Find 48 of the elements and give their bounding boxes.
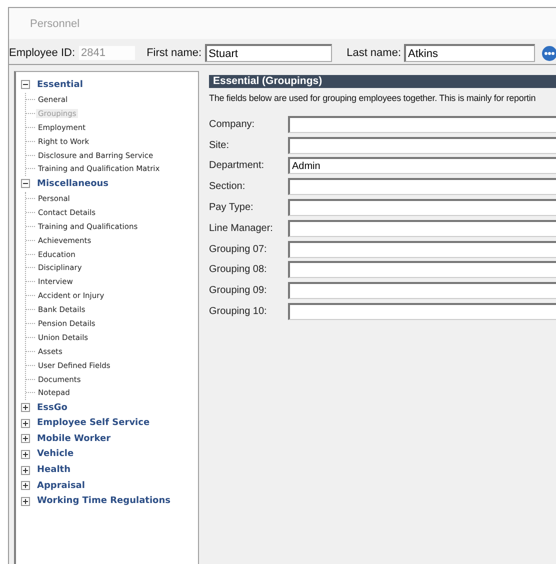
expand-icon[interactable]: [21, 450, 30, 459]
field-label: Grouping 09:: [209, 285, 268, 296]
tree-group[interactable]: Essential: [37, 80, 83, 90]
input-field[interactable]: [288, 282, 556, 300]
field-label: Pay Type:: [209, 202, 254, 214]
input-field[interactable]: [288, 199, 556, 216]
expand-icon[interactable]: [21, 496, 30, 506]
tree-group[interactable]: Working Time Regulations: [37, 496, 170, 506]
field-label: Company:: [209, 118, 256, 130]
field-label: Grouping 08:: [209, 264, 268, 276]
tree-group[interactable]: Vehicle: [37, 449, 74, 460]
expand-icon[interactable]: [21, 466, 30, 475]
tree-group[interactable]: Appraisal: [37, 480, 85, 491]
field-label: Department:: [209, 160, 266, 172]
input-field[interactable]: [288, 261, 556, 278]
input-field[interactable]: [288, 220, 556, 237]
tree-group[interactable]: Miscellaneous: [37, 178, 109, 189]
first-name-field[interactable]: Stuart: [204, 44, 332, 62]
last-name-field[interactable]: Atkins: [404, 44, 535, 62]
input-field[interactable]: [288, 116, 556, 133]
input-field[interactable]: [288, 178, 556, 196]
tree-group[interactable]: Health: [37, 465, 71, 476]
tree-group[interactable]: Employee Self Service: [37, 418, 150, 428]
collapse-icon[interactable]: [21, 179, 30, 188]
tree-group[interactable]: EssGo: [37, 402, 68, 413]
field-label: Section:: [209, 181, 246, 192]
tree-group[interactable]: Mobile Worker: [37, 434, 111, 444]
expand-icon[interactable]: [21, 403, 30, 412]
last-name-label: Last name:: [346, 47, 401, 59]
expand-icon[interactable]: [21, 481, 30, 490]
input-field[interactable]: [288, 240, 556, 258]
section-description: The fields below are used for grouping employees together. This is mainly for reportin: [209, 93, 537, 103]
field-label: Grouping 07:: [209, 244, 268, 255]
expand-icon[interactable]: [21, 434, 30, 444]
field-label: Grouping 10:: [209, 306, 268, 318]
section-title: Essential (Groupings): [209, 75, 556, 88]
field-label: Site:: [209, 140, 230, 151]
employee-id-value: 2841: [79, 46, 135, 60]
collapse-icon[interactable]: [21, 80, 30, 90]
field-label: Line Manager:: [209, 222, 274, 234]
window-title: Personnel: [30, 18, 80, 30]
input-field[interactable]: [288, 303, 556, 320]
input-field[interactable]: [288, 136, 556, 154]
expand-icon[interactable]: [21, 418, 30, 428]
first-name-label: First name:: [146, 47, 202, 59]
input-field[interactable]: Admin: [288, 157, 556, 174]
employee-id-label: Employee ID:: [9, 47, 76, 59]
more-icon[interactable]: [542, 46, 556, 60]
